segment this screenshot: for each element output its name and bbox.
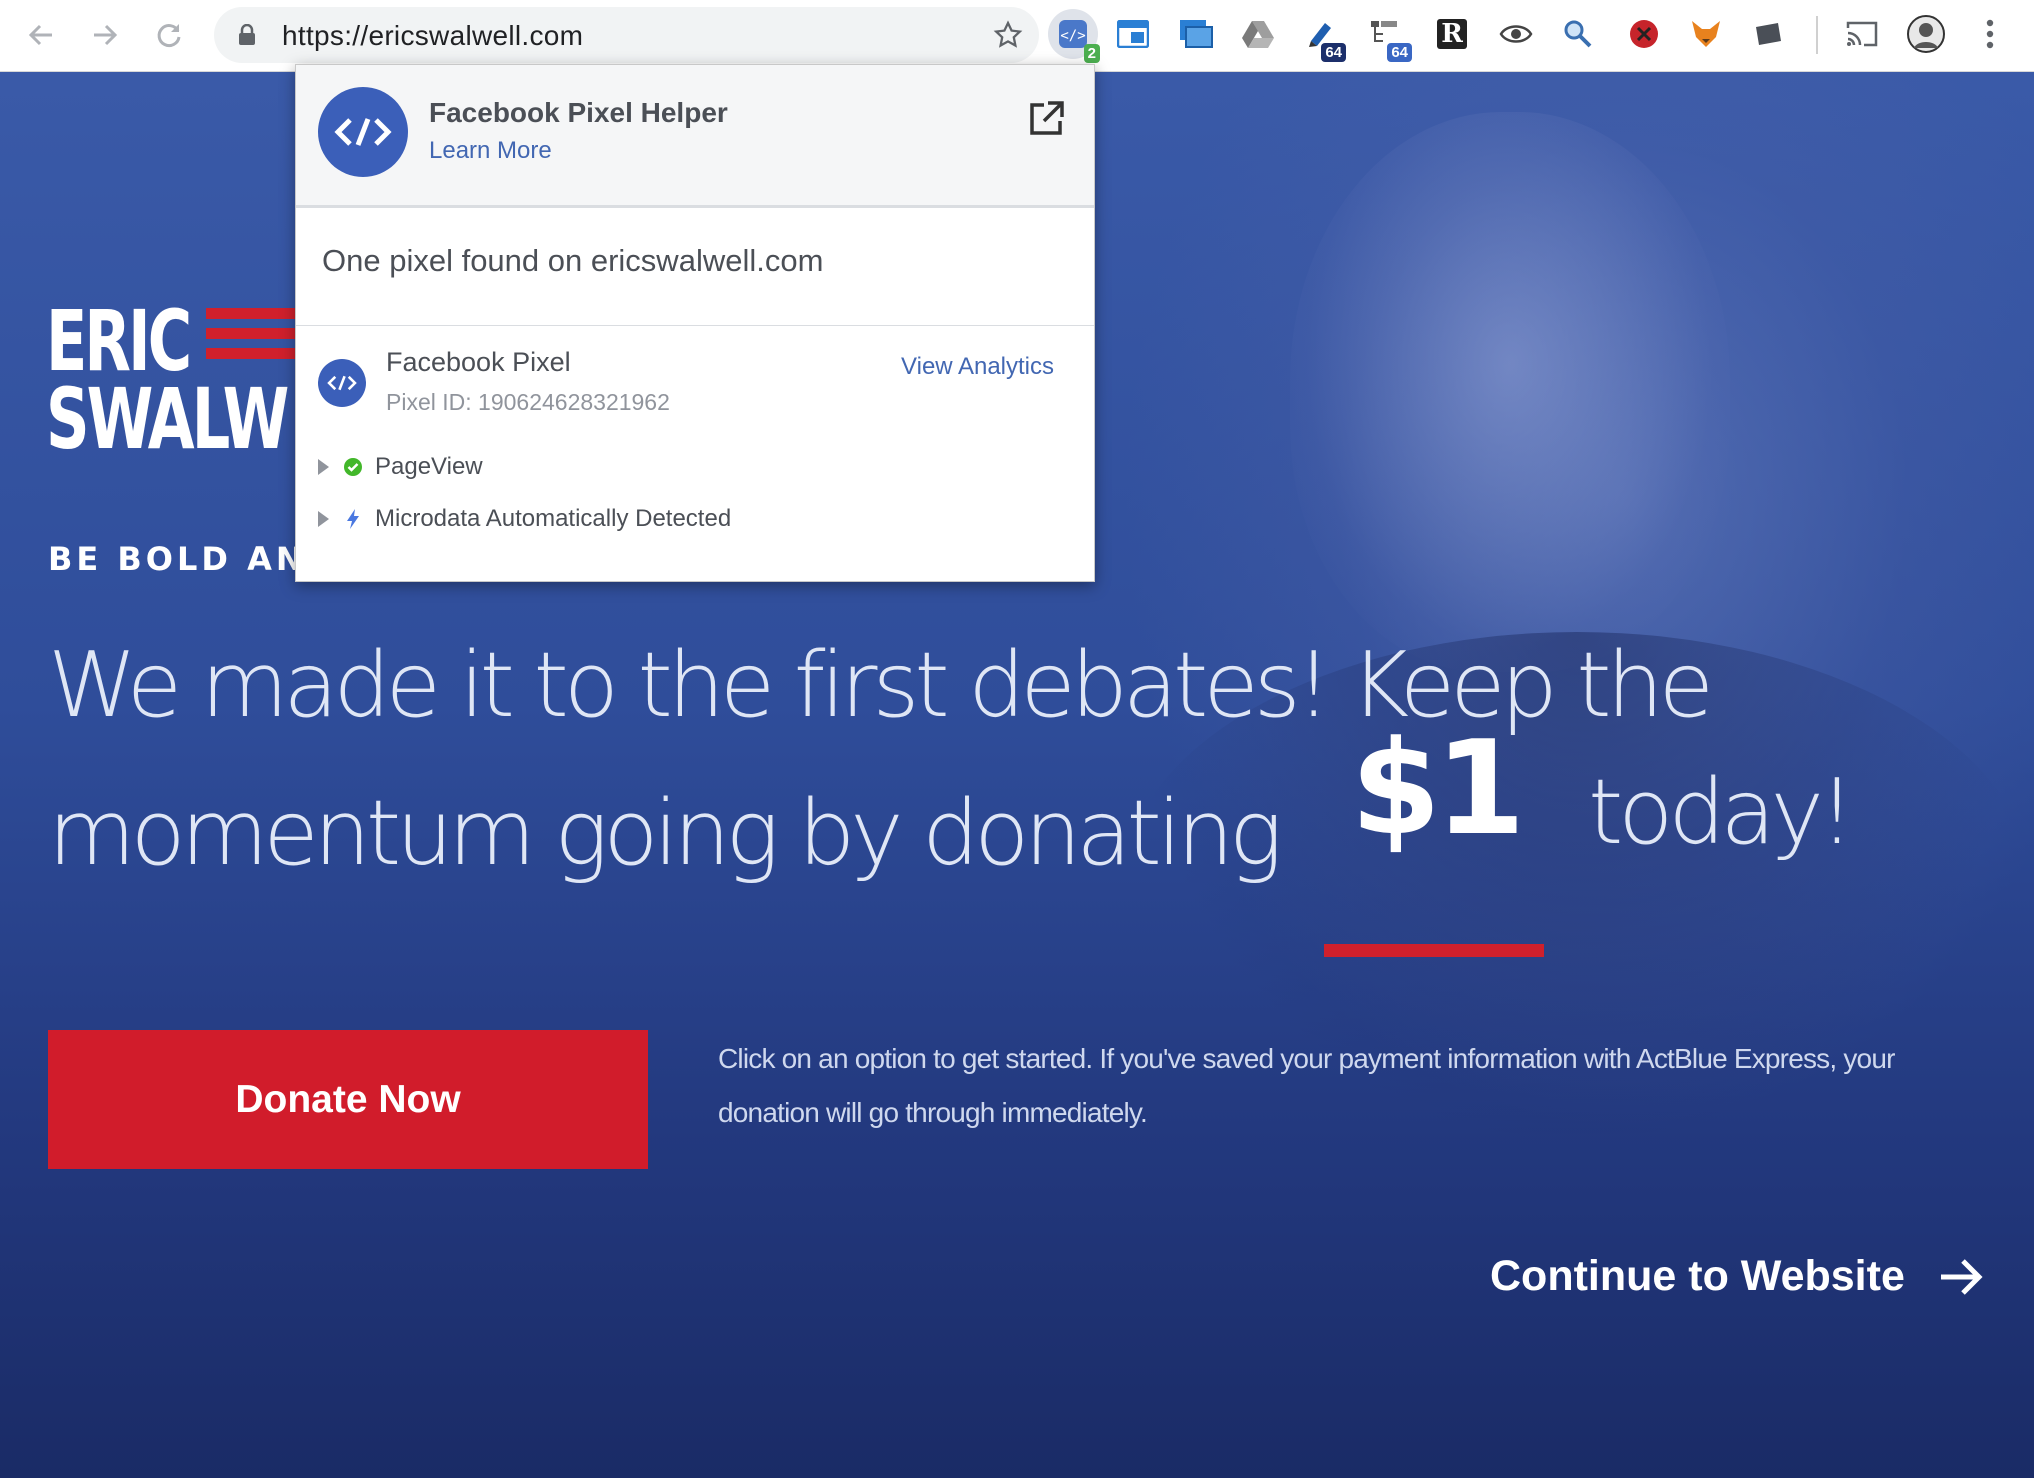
extension-eye[interactable] [1496, 14, 1536, 54]
pixel-logo [318, 359, 366, 407]
cast-icon [1846, 21, 1878, 47]
back-button[interactable] [20, 14, 62, 56]
pixel-helper-popup: Facebook Pixel Helper Learn More One pix… [295, 64, 1095, 582]
event-label: PageView [375, 453, 483, 480]
eye-icon [1499, 25, 1533, 43]
headline-end: today! [1588, 760, 1855, 865]
kebab-menu-icon [1986, 19, 1994, 49]
arrow-right-icon [1940, 1258, 1983, 1295]
forward-arrow-icon [94, 24, 118, 46]
amount-underline [1324, 944, 1544, 957]
extension-google-drive[interactable] [1238, 14, 1278, 54]
back-arrow-icon [28, 24, 52, 46]
logo-stripe [206, 308, 296, 319]
cast-button[interactable] [1842, 14, 1882, 54]
extension-r[interactable]: R [1432, 14, 1472, 54]
extension-blocked[interactable] [1624, 14, 1664, 54]
popup-title: Facebook Pixel Helper [429, 97, 728, 128]
profile-avatar-button[interactable] [1906, 14, 1946, 54]
logo-stripe [206, 348, 296, 359]
reload-icon [157, 24, 181, 47]
candidate-face [1290, 112, 1730, 672]
forward-button[interactable] [84, 14, 126, 56]
toolbar-divider [1816, 16, 1818, 54]
pixels-found-text: One pixel found on ericswalwell.com [322, 243, 824, 278]
extension-tablet[interactable] [1748, 14, 1788, 54]
extension-ink-pen[interactable]: 64 [1300, 14, 1346, 62]
pixel-name: Facebook Pixel [386, 347, 571, 377]
extension-badge: 2 [1083, 44, 1100, 63]
popup-header: Facebook Pixel Helper Learn More [296, 65, 1094, 208]
extension-window-tabs[interactable] [1113, 14, 1153, 54]
donate-now-button[interactable]: Donate Now [48, 1030, 648, 1169]
donation-amount[interactable]: $1 [1323, 712, 1547, 864]
event-row-pageview[interactable]: PageView [318, 453, 483, 481]
extension-screen-capture[interactable] [1176, 14, 1216, 54]
expand-triangle-icon [318, 511, 329, 527]
pixel-id: Pixel ID: 190624628321962 [386, 389, 670, 415]
check-circle-icon [343, 457, 363, 477]
continue-label: Continue to Website [1490, 1252, 1905, 1300]
browser-toolbar: https://ericswalwell.com </> 2 64 64 R [0, 0, 2034, 72]
magnifier-user-icon [1564, 20, 1592, 48]
blocked-red-icon [1630, 20, 1658, 48]
lightning-icon [343, 509, 363, 529]
donation-helper-text: Click on an option to get started. If yo… [718, 1043, 1895, 1128]
window-tabs-icon [1117, 20, 1149, 48]
lock-icon [239, 24, 255, 45]
browser-menu-button[interactable] [1970, 14, 2010, 54]
logo-stripe [206, 328, 296, 339]
pixel-helper-logo [318, 87, 408, 177]
extension-facebook-pixel-helper[interactable]: </> 2 [1048, 9, 1100, 63]
bookmark-star-icon[interactable] [993, 20, 1023, 50]
facebook-pixel-helper-icon: </> [1059, 20, 1087, 48]
extension-magnifier[interactable] [1558, 14, 1598, 54]
svg-text:</>: </> [1060, 28, 1085, 44]
fox-icon [1692, 21, 1720, 47]
continue-to-website-link[interactable]: Continue to Website [1490, 1252, 1983, 1301]
extension-badge: 64 [1387, 43, 1412, 62]
view-analytics-link[interactable]: View Analytics [901, 353, 1054, 381]
avatar-icon [1907, 15, 1945, 53]
popup-divider [296, 325, 1094, 326]
url-text: https://ericswalwell.com [282, 20, 584, 51]
screen-capture-icon [1180, 20, 1213, 48]
headline-line-1: We made it to the first debates! Keep th… [48, 633, 1714, 738]
expand-triangle-icon [318, 459, 329, 475]
tagline: BE BOLD AND [48, 540, 338, 578]
tablet-icon [1756, 23, 1781, 45]
code-brackets-icon [327, 375, 357, 391]
reload-button[interactable] [148, 14, 190, 56]
extension-network-tree[interactable]: 64 [1364, 14, 1412, 62]
logo-last-name: SWALW [46, 370, 289, 468]
code-brackets-icon [334, 118, 392, 146]
extension-fox[interactable] [1686, 14, 1726, 54]
r-letter-icon: R [1437, 19, 1467, 49]
google-drive-icon [1242, 21, 1274, 48]
extension-badge: 64 [1321, 43, 1346, 62]
learn-more-link[interactable]: Learn More [429, 137, 552, 165]
event-label: Microdata Automatically Detected [375, 505, 732, 532]
event-row-microdata[interactable]: Microdata Automatically Detected [318, 505, 731, 533]
external-link-icon[interactable] [1026, 99, 1066, 139]
address-bar[interactable]: https://ericswalwell.com [214, 7, 1039, 63]
